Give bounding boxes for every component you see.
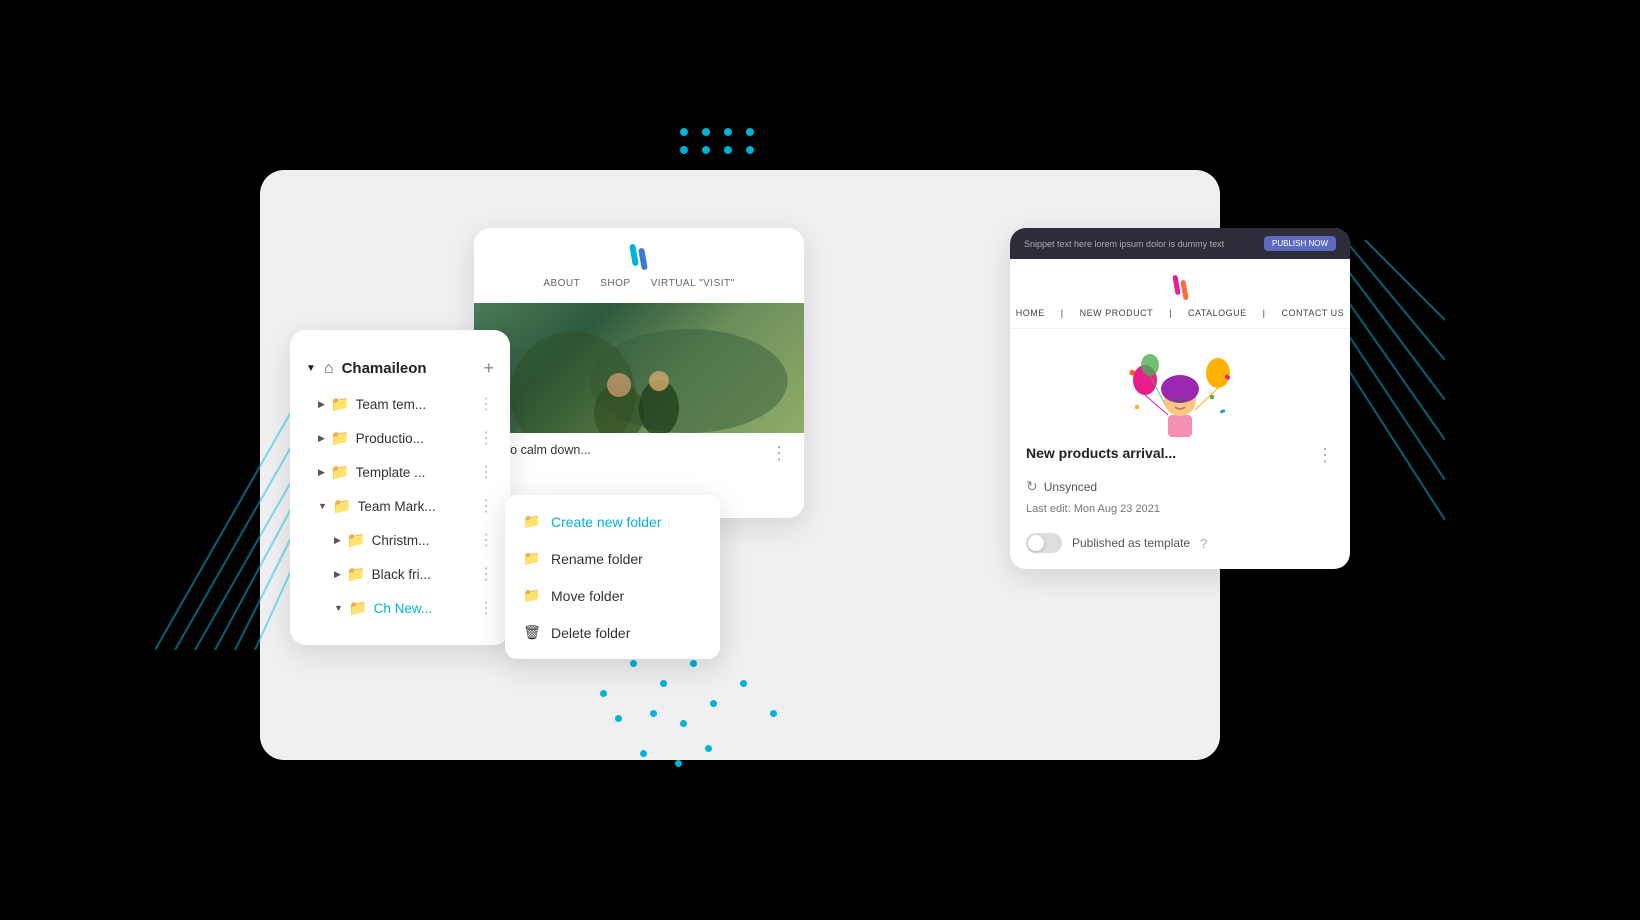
preview-text-area: ce to calm down... ⋮ bbox=[474, 433, 804, 474]
folder-item-template[interactable]: ▶ 📁 Template ... ⋮ bbox=[290, 455, 510, 489]
folder-item-name: Team Mark... bbox=[358, 499, 472, 514]
nav-catalogue[interactable]: CATALOGUE bbox=[1188, 308, 1247, 318]
folder-tree-panel: ▼ ⌂ Chamaileon + ▶ 📁 Team tem... ⋮ ▶ 📁 P… bbox=[290, 330, 510, 645]
folder-more-button[interactable]: ⋮ bbox=[478, 598, 494, 618]
root-arrow-icon: ▼ bbox=[306, 363, 316, 374]
logo-bar-orange bbox=[1180, 280, 1188, 301]
nav-contact[interactable]: CONTACT US bbox=[1282, 308, 1345, 318]
folder-item-team-mark[interactable]: ▼ 📁 Team Mark... ⋮ bbox=[290, 489, 510, 523]
folder-icon: 📁 bbox=[347, 531, 366, 549]
folder-more-button[interactable]: ⋮ bbox=[478, 428, 494, 448]
folder-icon: 📁 bbox=[347, 565, 366, 583]
dots-top-decoration bbox=[680, 128, 758, 154]
folder-item-name: Black fri... bbox=[372, 567, 472, 582]
menu-item-label: Create new folder bbox=[551, 514, 662, 530]
preview2-status: ↻ Unsynced bbox=[1010, 472, 1350, 501]
logo-bar-pink bbox=[1172, 275, 1180, 296]
folder-icon: 📁 bbox=[331, 395, 350, 413]
folder-more-button[interactable]: ⋮ bbox=[478, 462, 494, 482]
bottom-dots-decoration bbox=[600, 660, 820, 780]
folder-item-name: Productio... bbox=[356, 431, 472, 446]
preview2-logo bbox=[1174, 275, 1187, 300]
preview2-publish-button[interactable]: PUBLISH NOW bbox=[1264, 236, 1336, 251]
nav-about[interactable]: ABOUT bbox=[543, 278, 580, 289]
item-arrow-icon: ▶ bbox=[318, 399, 325, 410]
root-label: Chamaileon bbox=[342, 360, 427, 377]
item-arrow-icon: ▶ bbox=[318, 467, 325, 478]
logo-bar-1 bbox=[630, 244, 640, 267]
nav-new-product[interactable]: NEW PRODUCT bbox=[1080, 308, 1154, 318]
preview-hero-image bbox=[474, 303, 804, 433]
folder-icon: 📁 bbox=[331, 463, 350, 481]
preview-nav-links: ABOUT SHOP VIRTUAL "VISIT" bbox=[543, 278, 734, 295]
logo-bar-2 bbox=[639, 248, 649, 271]
folder-item-ch-new[interactable]: ▼ 📁 Ch New... ⋮ bbox=[306, 591, 510, 625]
menu-item-label: Rename folder bbox=[551, 551, 643, 567]
item-arrow-icon: ▶ bbox=[334, 535, 341, 546]
folder-more-button[interactable]: ⋮ bbox=[478, 564, 494, 584]
folder-plus-icon: 📁 bbox=[523, 513, 541, 530]
folder-item-team-tem[interactable]: ▶ 📁 Team tem... ⋮ bbox=[290, 387, 510, 421]
preview2-header-text: Snippet text here lorem ipsum dolor is d… bbox=[1024, 239, 1224, 249]
help-icon[interactable]: ? bbox=[1200, 536, 1207, 551]
folder-item-name: Christm... bbox=[372, 533, 472, 548]
trash-icon: 🗑 bbox=[523, 624, 541, 641]
sync-icon: ↻ bbox=[1026, 478, 1038, 495]
menu-item-delete[interactable]: 🗑 Delete folder bbox=[505, 614, 720, 651]
preview2-nav: HOME | NEW PRODUCT | CATALOGUE | CONTACT… bbox=[1010, 308, 1350, 329]
last-edit-text: Last edit: Mon Aug 23 2021 bbox=[1026, 503, 1160, 515]
preview-card-website-1: ABOUT SHOP VIRTUAL "VISIT" ce to calm do… bbox=[474, 228, 804, 518]
menu-item-move[interactable]: 📁 Move folder bbox=[505, 577, 720, 614]
home-icon: ⌂ bbox=[324, 360, 334, 378]
menu-item-label: Move folder bbox=[551, 588, 624, 604]
nav-divider: | bbox=[1169, 308, 1172, 318]
nav-divider: | bbox=[1263, 308, 1266, 318]
item-arrow-icon: ▶ bbox=[318, 433, 325, 444]
template-label: Published as template bbox=[1072, 536, 1190, 550]
folder-more-button[interactable]: ⋮ bbox=[478, 530, 494, 550]
preview2-last-edit: Last edit: Mon Aug 23 2021 bbox=[1010, 501, 1350, 525]
preview-card-website-2: Snippet text here lorem ipsum dolor is d… bbox=[1010, 228, 1350, 569]
preview2-more-button[interactable]: ⋮ bbox=[1316, 445, 1334, 466]
nav-shop[interactable]: SHOP bbox=[600, 278, 630, 289]
preview-caption: ce to calm down... bbox=[490, 443, 770, 457]
folder-item-name: Ch New... bbox=[374, 601, 472, 616]
context-menu: 📁 Create new folder 📁 Rename folder 📁 Mo… bbox=[505, 495, 720, 659]
folder-icon: 📁 bbox=[331, 429, 350, 447]
folder-icon: 📁 bbox=[523, 587, 541, 604]
preview2-logo-area bbox=[1010, 259, 1350, 308]
preview2-illustration bbox=[1010, 329, 1350, 439]
folder-icon: 📁 bbox=[333, 497, 352, 515]
preview2-template-area: Published as template ? bbox=[1010, 525, 1350, 569]
folder-more-button[interactable]: ⋮ bbox=[478, 394, 494, 414]
preview-more-button[interactable]: ⋮ bbox=[770, 443, 788, 464]
cartoon-girl-svg bbox=[1100, 345, 1260, 455]
folder-icon: 📁 bbox=[349, 599, 368, 617]
nav-home[interactable]: HOME bbox=[1016, 308, 1045, 318]
folder-more-button[interactable]: ⋮ bbox=[478, 496, 494, 516]
menu-item-create[interactable]: 📁 Create new folder bbox=[505, 503, 720, 540]
folder-item-name: Team tem... bbox=[356, 397, 472, 412]
item-arrow-icon: ▶ bbox=[334, 569, 341, 580]
people-silhouette bbox=[539, 333, 739, 433]
preview2-header: Snippet text here lorem ipsum dolor is d… bbox=[1010, 228, 1350, 259]
status-text: Unsynced bbox=[1044, 480, 1097, 494]
preview-logo bbox=[543, 244, 734, 270]
folder-item-name: Template ... bbox=[356, 465, 472, 480]
folder-icon: 📁 bbox=[523, 550, 541, 567]
nav-divider: | bbox=[1061, 308, 1064, 318]
item-arrow-icon: ▼ bbox=[318, 501, 327, 511]
folder-item-black-friday[interactable]: ▶ 📁 Black fri... ⋮ bbox=[306, 557, 510, 591]
item-arrow-icon: ▼ bbox=[334, 603, 343, 613]
toggle-knob bbox=[1028, 535, 1044, 551]
folder-item-production[interactable]: ▶ 📁 Productio... ⋮ bbox=[290, 421, 510, 455]
folder-item-christmas[interactable]: ▶ 📁 Christm... ⋮ bbox=[306, 523, 510, 557]
nav-virtual[interactable]: VIRTUAL "VISIT" bbox=[651, 278, 735, 289]
published-template-toggle[interactable] bbox=[1026, 533, 1062, 553]
preview-logo-area: ABOUT SHOP VIRTUAL "VISIT" bbox=[474, 228, 804, 303]
menu-item-rename[interactable]: 📁 Rename folder bbox=[505, 540, 720, 577]
menu-item-label: Delete folder bbox=[551, 625, 630, 641]
folder-root-item: ▼ ⌂ Chamaileon + bbox=[290, 350, 510, 387]
add-folder-button[interactable]: + bbox=[483, 358, 494, 379]
